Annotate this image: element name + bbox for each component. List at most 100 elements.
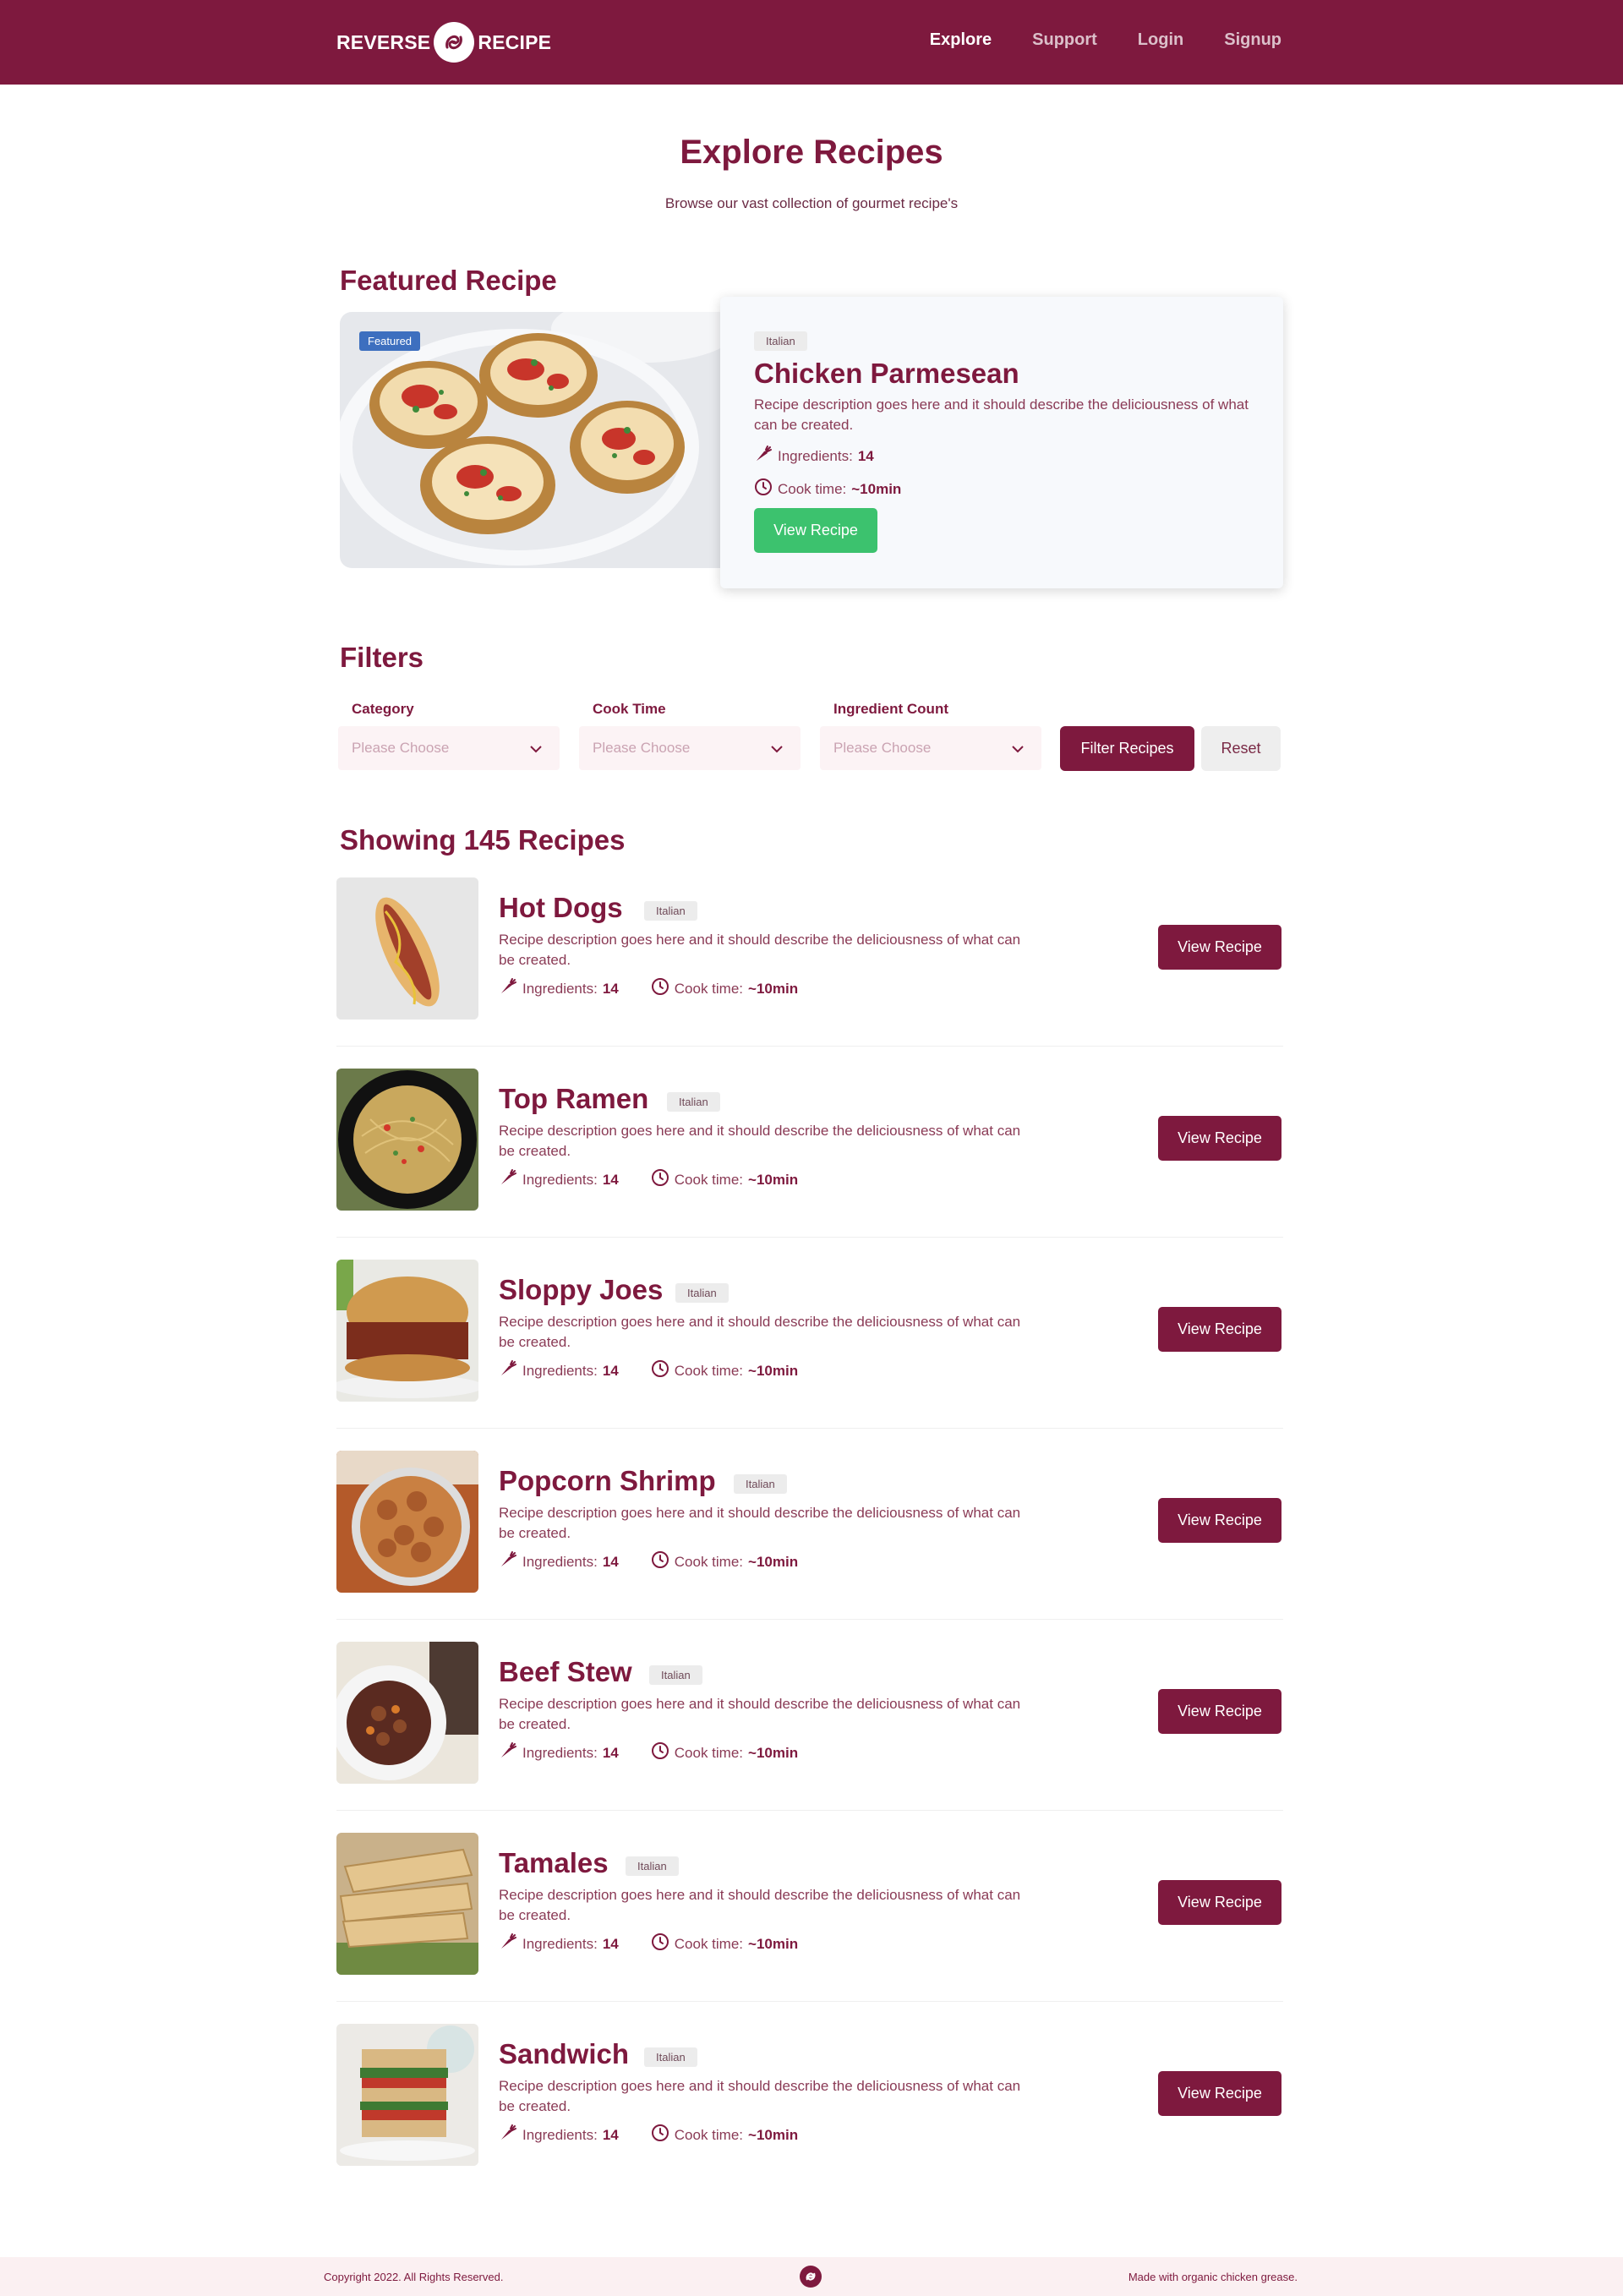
carrot-icon: [499, 1359, 517, 1382]
filter-recipes-button[interactable]: Filter Recipes: [1060, 726, 1194, 771]
recipe-meta: Ingredients: 14 Cook time: ~10min: [499, 1550, 798, 1573]
featured-badge: Featured: [359, 331, 421, 351]
recipe-category-tag: Italian: [667, 1092, 720, 1112]
recipe-ingredients-label: Ingredients:: [522, 1553, 598, 1570]
recipe-ingredients-label: Ingredients:: [522, 1935, 598, 1952]
recipe-cook-value: ~10min: [748, 2126, 799, 2143]
recipe-row: Top Ramen Italian Recipe description goes …: [336, 1067, 1283, 1258]
row-divider: [336, 2001, 1283, 2002]
recipe-thumbnail[interactable]: [336, 1833, 478, 1975]
nav-link-login[interactable]: Login: [1138, 30, 1183, 50]
recipe-cook-time: Cook time: ~10min: [651, 1168, 798, 1191]
featured-ingredients-label: Ingredients:: [778, 447, 853, 464]
recipe-cook-label: Cook time:: [674, 1935, 744, 1952]
carrot-icon: [499, 977, 517, 1000]
footer-tagline: Made with organic chicken grease.: [1128, 2271, 1298, 2283]
recipe-cook-value: ~10min: [748, 1935, 799, 1952]
view-recipe-button[interactable]: View Recipe: [1158, 1880, 1281, 1925]
recipe-category-tag: Italian: [675, 1283, 729, 1303]
recipe-cook-time: Cook time: ~10min: [651, 1359, 798, 1382]
logo-text-right: RECIPE: [478, 30, 552, 53]
logo[interactable]: REVERSE RECIPE: [336, 21, 551, 63]
recipe-description: Recipe description goes here and it shou…: [499, 932, 1021, 968]
recipe-thumbnail[interactable]: [336, 2024, 478, 2166]
recipe-thumbnail[interactable]: [336, 877, 478, 1020]
carrot-icon: [754, 445, 773, 467]
footer-copyright: Copyright 2022. All Rights Reserved.: [324, 2271, 504, 2283]
recipe-meta: Ingredients: 14 Cook time: ~10min: [499, 1168, 798, 1191]
featured-view-recipe-button[interactable]: View Recipe: [754, 508, 877, 553]
logo-text-left: REVERSE: [336, 30, 431, 53]
featured-cook-value: ~10min: [851, 480, 902, 497]
recipe-ingredients: Ingredients: 14: [499, 2124, 619, 2146]
featured-section-title: Featured Recipe: [340, 265, 557, 296]
recipe-title[interactable]: Beef Stew: [499, 1656, 632, 1688]
ingredient-count-select[interactable]: Please Choose: [820, 726, 1041, 770]
recipe-description: Recipe description goes here and it shou…: [499, 1505, 1021, 1541]
recipe-ingredients-value: 14: [602, 1171, 619, 1188]
page-title: Explore Recipes: [680, 134, 943, 171]
recipe-category-tag: Italian: [626, 1856, 679, 1876]
recipe-meta: Ingredients: 14 Cook time: ~10min: [499, 977, 798, 1000]
recipe-thumbnail[interactable]: [336, 1069, 478, 1211]
category-select[interactable]: Please Choose: [338, 726, 560, 770]
row-divider: [336, 1810, 1283, 1811]
category-filter-label: Category: [352, 701, 414, 717]
carrot-icon: [499, 1550, 517, 1573]
recipe-cook-time: Cook time: ~10min: [651, 1932, 798, 1955]
cook-time-select[interactable]: Please Choose: [579, 726, 801, 770]
recipe-ingredients: Ingredients: 14: [499, 1359, 619, 1382]
featured-ingredients: Ingredients: 14: [754, 445, 874, 467]
recipe-ingredients-value: 14: [602, 1362, 619, 1379]
footer-logo-icon[interactable]: [800, 2266, 822, 2288]
reset-button[interactable]: Reset: [1201, 726, 1281, 771]
clock-icon: [754, 478, 773, 500]
recipe-ingredients-value: 14: [602, 1744, 619, 1761]
ingredient-count-select-value: Please Choose: [833, 740, 932, 756]
recipe-ingredients-label: Ingredients:: [522, 2126, 598, 2143]
view-recipe-button[interactable]: View Recipe: [1158, 1116, 1281, 1161]
recipe-ingredients-value: 14: [602, 1935, 619, 1952]
carrot-icon: [499, 1932, 517, 1955]
nav-link-support[interactable]: Support: [1032, 30, 1097, 50]
recipe-title[interactable]: Tamales: [499, 1847, 609, 1879]
view-recipe-button[interactable]: View Recipe: [1158, 1498, 1281, 1543]
recipe-title[interactable]: Popcorn Shrimp: [499, 1465, 716, 1497]
recipe-title[interactable]: Sloppy Joes: [499, 1274, 663, 1306]
recipe-thumbnail[interactable]: [336, 1642, 478, 1784]
recipe-description: Recipe description goes here and it shou…: [499, 1314, 1021, 1350]
recipe-description: Recipe description goes here and it shou…: [499, 1123, 1021, 1159]
recipe-ingredients: Ingredients: 14: [499, 1550, 619, 1573]
recipe-row: Popcorn Shrimp Italian Recipe description …: [336, 1449, 1283, 1640]
recipe-ingredients: Ingredients: 14: [499, 1741, 619, 1764]
view-recipe-button[interactable]: View Recipe: [1158, 1307, 1281, 1352]
cook-time-select-value: Please Choose: [593, 740, 691, 756]
recipe-description: Recipe description goes here and it shou…: [499, 2078, 1021, 2114]
footer: Copyright 2022. All Rights Reserved. Mad…: [0, 2257, 1623, 2296]
recipe-title[interactable]: Sandwich: [499, 2038, 629, 2070]
recipe-title[interactable]: Hot Dogs: [499, 892, 623, 924]
view-recipe-button[interactable]: View Recipe: [1158, 1689, 1281, 1734]
featured-recipe-description: Recipe description goes here and it shou…: [754, 396, 1249, 433]
clock-icon: [651, 1932, 669, 1955]
nav-link-signup[interactable]: Signup: [1224, 30, 1281, 50]
recipe-ingredients-label: Ingredients:: [522, 1744, 598, 1761]
recipe-meta: Ingredients: 14 Cook time: ~10min: [499, 1741, 798, 1764]
view-recipe-button[interactable]: View Recipe: [1158, 2071, 1281, 2116]
nav-link-explore[interactable]: Explore: [930, 30, 992, 50]
page-subtitle: Browse our vast collection of gourmet re…: [664, 195, 959, 211]
recipe-meta: Ingredients: 14 Cook time: ~10min: [499, 1932, 798, 1955]
recipe-thumbnail[interactable]: [336, 1260, 478, 1402]
recipe-cook-value: ~10min: [748, 1171, 799, 1188]
recipe-title[interactable]: Top Ramen: [499, 1083, 648, 1115]
recipe-row: Tamales Italian Recipe description goes he…: [336, 1831, 1283, 2022]
recipe-thumbnail[interactable]: [336, 1451, 478, 1593]
recipe-cook-value: ~10min: [748, 1362, 799, 1379]
recipe-category-tag: Italian: [734, 1474, 787, 1494]
recipe-cook-time: Cook time: ~10min: [651, 1741, 798, 1764]
recipe-row: Hot Dogs Italian Recipe description goes h…: [336, 876, 1283, 1067]
chevron-down-icon: [768, 741, 785, 762]
recipe-cook-time: Cook time: ~10min: [651, 977, 798, 1000]
view-recipe-button[interactable]: View Recipe: [1158, 925, 1281, 970]
featured-recipe-title[interactable]: Chicken Parmesean: [754, 358, 1019, 390]
